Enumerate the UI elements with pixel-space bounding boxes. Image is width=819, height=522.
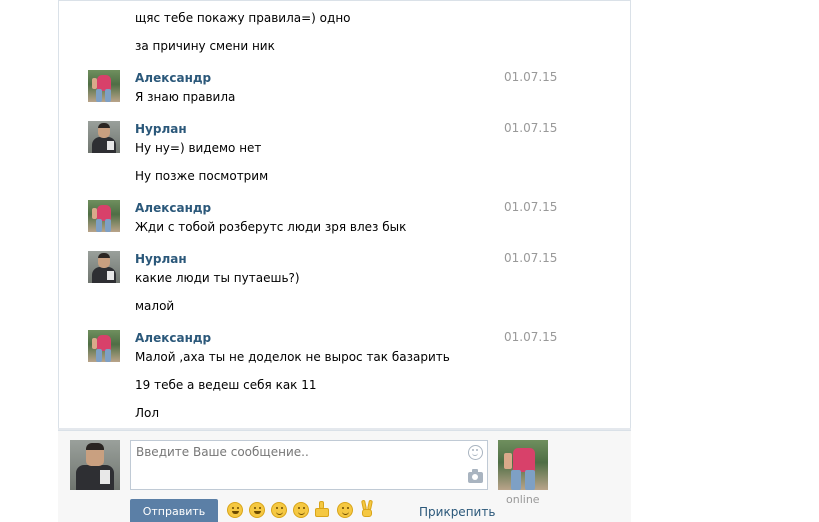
thumbs-up-emoji-icon[interactable] [314,501,330,518]
message-author[interactable]: Нурлан [135,122,187,136]
message-date[interactable]: 01.07.15 [504,121,557,135]
message-text: какие люди ты путаешь?) [135,271,300,285]
message-author[interactable]: Александр [135,201,211,215]
avatar-nurlan[interactable] [88,121,120,153]
message-author[interactable]: Александр [135,331,211,345]
avatar-alexander[interactable] [88,70,120,102]
message-date[interactable]: 01.07.15 [504,251,557,265]
laughing-emoji-icon[interactable] [227,502,243,518]
camera-icon[interactable] [468,469,483,483]
online-status: online [506,493,540,506]
message-text: за причину смени ник [135,39,275,53]
message-text: 19 тебе а ведеш себя как 11 [135,378,317,392]
grinning-emoji-icon[interactable] [249,502,265,518]
persevering-emoji-icon[interactable] [337,502,353,518]
message-text: малой [135,299,175,313]
send-button[interactable]: Отправить [130,499,218,522]
message-date[interactable]: 01.07.15 [504,200,557,214]
message-text: Ну позже посмотрим [135,169,269,183]
message-date[interactable]: 01.07.15 [504,330,557,344]
message-text: Ну ну=) видемо нет [135,141,262,155]
my-avatar[interactable] [70,440,120,490]
message-date[interactable]: 01.07.15 [504,70,557,84]
message-text: Малой ,аха ты не доделок не вырос так ба… [135,350,450,364]
smile-icon[interactable] [468,445,483,460]
message-author[interactable]: Александр [135,71,211,85]
message-input[interactable] [131,441,461,487]
message-input-box[interactable] [130,440,488,490]
message-text: щяс тебе покажу правила=) одно [135,11,351,25]
top-border [58,0,631,3]
smile-emoji-icon[interactable] [293,502,309,518]
message-text: Я знаю правила [135,90,236,104]
avatar-alexander[interactable] [88,200,120,232]
avatar-nurlan[interactable] [88,251,120,283]
peer-avatar[interactable] [498,440,548,490]
message-author[interactable]: Нурлан [135,252,187,266]
message-text: Лол [135,406,160,420]
avatar-alexander[interactable] [88,330,120,362]
message-text: Жди с тобой розберутс люди зря влез бык [135,220,407,234]
attach-link[interactable]: Прикрепить [419,505,495,519]
victory-hand-emoji-icon[interactable] [359,499,375,518]
smirk-emoji-icon[interactable] [271,502,287,518]
